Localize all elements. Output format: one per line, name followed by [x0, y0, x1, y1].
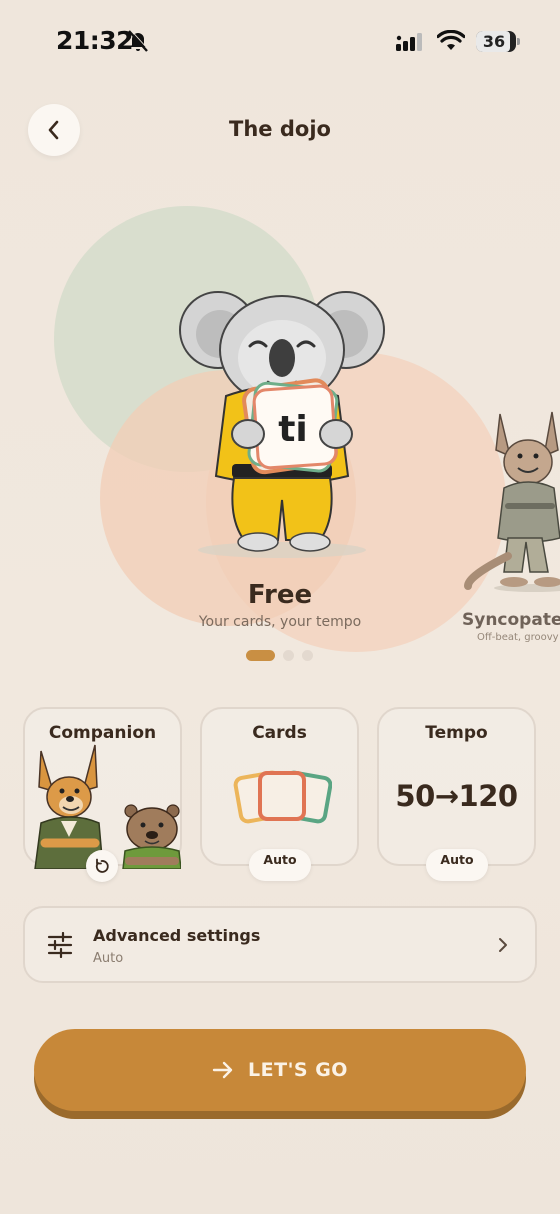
koala-mascot-illustration: ti [179, 291, 385, 558]
tempo-range: 50→120 [395, 779, 518, 813]
cards-value-badge: Auto [249, 849, 311, 881]
mode-subtitle: Your cards, your tempo [198, 614, 362, 630]
page-dot-active[interactable] [246, 650, 275, 661]
mode-title: Free [247, 580, 313, 610]
arrow-right-icon [212, 1061, 233, 1079]
shuffle-companion-button[interactable] [86, 850, 118, 882]
status-bar: 21:32 36 [0, 0, 560, 84]
page-title: The dojo [229, 117, 331, 141]
wifi-icon [436, 29, 466, 56]
dojo-screen: 21:32 36 The dojo ti Free Your cards, yo… [0, 0, 560, 1214]
page-dot[interactable] [302, 650, 313, 661]
cards-label: Cards [252, 723, 307, 743]
bell-muted-icon [126, 28, 150, 58]
refresh-icon [95, 858, 109, 873]
lets-go-button[interactable]: LET'S GO [34, 1029, 526, 1111]
mode-carousel[interactable]: ti Free Your cards, your tempo Syncopate… [0, 170, 560, 670]
companion-characters-illustration [34, 744, 181, 869]
advanced-settings-row[interactable]: Advanced settings Auto [23, 906, 537, 983]
battery-level: 36 [482, 32, 506, 51]
tempo-label: Tempo [425, 723, 488, 743]
kangaroo-mascot-illustration [464, 411, 560, 592]
status-time: 21:32 [56, 26, 134, 55]
cards-stack-icon [233, 770, 332, 824]
next-mode-subtitle: Off-beat, groovy [477, 632, 559, 643]
cellular-signal-icon [396, 32, 428, 56]
page-dot[interactable] [283, 650, 294, 661]
next-mode-title[interactable]: Syncopated [462, 610, 560, 630]
carousel-page-indicator [246, 650, 313, 661]
lets-go-label: LET'S GO [248, 1059, 348, 1081]
advanced-settings-value: Auto [93, 951, 124, 966]
battery-icon: 36 [476, 31, 520, 52]
cards-option-card[interactable]: Cards [200, 707, 359, 866]
tempo-option-card[interactable]: Tempo 50→120 [377, 707, 536, 866]
card-glyph: ti [278, 409, 308, 450]
sliders-icon [47, 932, 73, 958]
chevron-right-icon [499, 938, 507, 952]
advanced-settings-title: Advanced settings [93, 926, 261, 945]
companion-option-card[interactable]: Companion [23, 707, 182, 869]
tempo-value-badge: Auto [426, 849, 488, 881]
